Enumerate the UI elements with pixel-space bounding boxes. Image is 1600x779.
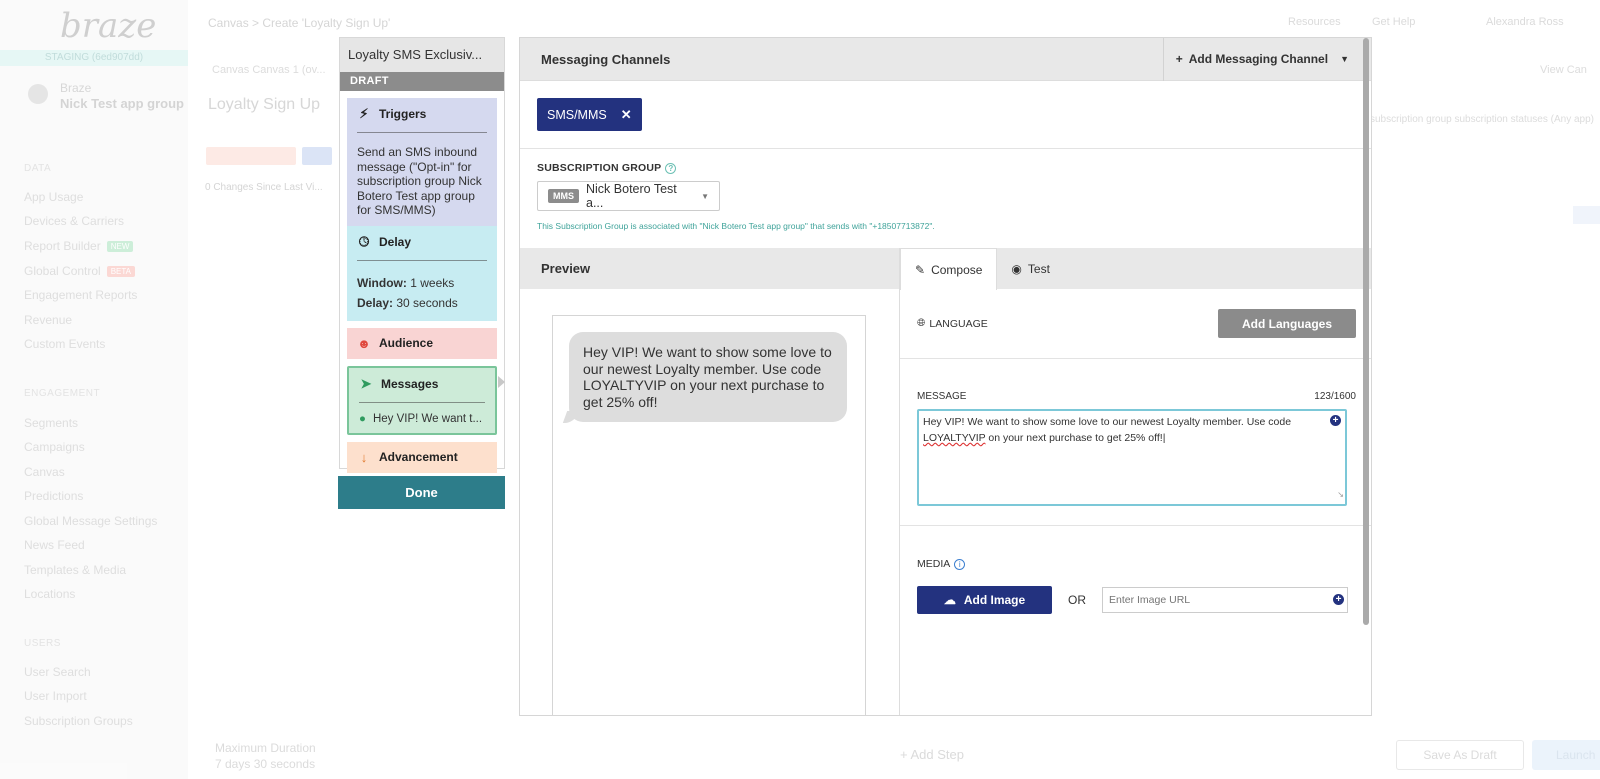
- image-url-input[interactable]: [1102, 587, 1348, 613]
- modal-scrollbar[interactable]: [1363, 38, 1369, 625]
- message-text-2: on your next purchase to get 25% off!: [985, 432, 1163, 444]
- phone-preview: Hey VIP! We want to show some love to ou…: [552, 315, 866, 715]
- preview-panel: Preview Hey VIP! We want to show some lo…: [520, 248, 899, 715]
- chip-label: SMS/MMS: [547, 107, 607, 122]
- window-row: Window: 1 weeks: [357, 273, 487, 293]
- image-url-wrapper: +: [1102, 587, 1348, 613]
- subscription-group-label: SUBSCRIPTION GROUP?: [537, 162, 1354, 174]
- plus-icon: +: [1175, 52, 1183, 66]
- preview-label: Preview: [520, 248, 899, 289]
- add-personalization-icon[interactable]: +: [1330, 415, 1341, 426]
- subscription-group-note: This Subscription Group is associated wi…: [537, 221, 935, 231]
- media-label: MEDIA i: [917, 558, 1356, 570]
- channel-chip-sms[interactable]: SMS/MMS ✕: [537, 98, 642, 131]
- chevron-down-icon: ▼: [1340, 54, 1349, 64]
- message-label: MESSAGE: [917, 391, 967, 402]
- messaging-channels-modal: Messaging Channels + Add Messaging Chann…: [519, 37, 1372, 716]
- message-preview-text: Hey VIP! We want t...: [372, 412, 483, 425]
- help-icon[interactable]: ?: [665, 162, 677, 174]
- advancement-section[interactable]: ↓ Advancement: [347, 441, 497, 473]
- caret-down-icon: ▼: [701, 191, 709, 201]
- tab-test[interactable]: ◉ Test: [997, 248, 1064, 289]
- subscription-group-select[interactable]: MMS Nick Botero Test a... ▼: [537, 181, 720, 211]
- cloud-upload-icon: ☁: [943, 593, 956, 607]
- clock-icon: 🕓︎: [358, 233, 370, 249]
- close-icon[interactable]: ✕: [621, 107, 632, 123]
- info-icon[interactable]: i: [954, 558, 966, 570]
- add-languages-button[interactable]: Add Languages: [1218, 309, 1356, 338]
- pencil-icon: ✎: [915, 262, 926, 277]
- window-value: 1 weeks: [410, 275, 455, 290]
- audience-label: Audience: [379, 336, 434, 350]
- chat-bubble-icon: ●: [359, 412, 366, 425]
- add-url-icon[interactable]: +: [1333, 594, 1344, 605]
- subscription-group-text: SUBSCRIPTION GROUP: [537, 162, 662, 174]
- eye-icon: ◉: [1011, 261, 1022, 276]
- message-textarea[interactable]: Hey VIP! We want to show some love to ou…: [917, 409, 1347, 506]
- done-button[interactable]: Done: [338, 476, 505, 509]
- arrow-down-icon: ↓: [360, 449, 368, 465]
- text-cursor: |: [1162, 432, 1166, 444]
- selected-group: Nick Botero Test a...: [586, 182, 677, 210]
- delay-label: Delay: [379, 234, 412, 249]
- messages-label: Messages: [381, 376, 439, 391]
- mms-badge: MMS: [548, 189, 579, 203]
- step-name[interactable]: Loyalty SMS Exclusiv...: [340, 38, 504, 72]
- message-code: LOYALTYVIP: [923, 432, 986, 444]
- message-bubble: Hey VIP! We want to show some love to ou…: [569, 332, 847, 422]
- canvas-step-panel: Loyalty SMS Exclusiv... DRAFT ⚡︎ Triggers…: [339, 37, 505, 473]
- character-count: 123/1600: [1314, 391, 1356, 402]
- tab-compose-label: Compose: [931, 262, 983, 277]
- audience-section[interactable]: ☻ Audience: [347, 327, 497, 359]
- add-messaging-channel-dropdown[interactable]: + Add Messaging Channel ▼: [1162, 38, 1371, 81]
- draft-status: DRAFT: [340, 72, 504, 91]
- delay-section[interactable]: 🕓︎ Delay Window: 1 weeks Delay: 30 second…: [347, 225, 497, 321]
- or-label: OR: [1068, 593, 1086, 607]
- selected-arrow: [498, 376, 505, 388]
- media-text: MEDIA: [917, 558, 951, 570]
- add-image-label: Add Image: [963, 593, 1026, 607]
- resize-handle-icon[interactable]: ↘: [1337, 487, 1344, 503]
- globe-icon: 🌐︎: [917, 317, 926, 329]
- add-image-button[interactable]: ☁ Add Image: [917, 586, 1052, 614]
- compose-panel: ✎ Compose ◉ Test 🌐︎ LANGUAGE Add Languages …: [899, 248, 1371, 715]
- advancement-label: Advancement: [379, 450, 458, 464]
- language-text: LANGUAGE: [929, 317, 988, 330]
- add-channel-label: Add Messaging Channel: [1188, 52, 1329, 66]
- modal-title: Messaging Channels: [541, 51, 671, 67]
- delay-value: 30 seconds: [396, 295, 458, 310]
- message-text-1: Hey VIP! We want to show some love to ou…: [923, 416, 1292, 428]
- triggers-description: Send an SMS inbound message ("Opt-in" fo…: [357, 145, 482, 217]
- users-icon: ☻: [357, 335, 371, 351]
- tab-test-label: Test: [1027, 261, 1050, 276]
- tab-compose[interactable]: ✎ Compose: [900, 248, 998, 290]
- triggers-section[interactable]: ⚡︎ Triggers Send an SMS inbound message (…: [347, 98, 497, 226]
- language-label: 🌐︎ LANGUAGE: [917, 317, 988, 330]
- delay-row: Delay: 30 seconds: [357, 293, 487, 313]
- window-label: Window:: [357, 275, 407, 290]
- triggers-label: Triggers: [379, 107, 427, 121]
- lightning-icon: ⚡︎: [359, 106, 369, 121]
- delay-value-label: Delay:: [357, 295, 394, 310]
- paper-plane-icon: ➤: [360, 375, 372, 391]
- messages-section[interactable]: ➤ Messages ● Hey VIP! We want t...: [347, 365, 497, 435]
